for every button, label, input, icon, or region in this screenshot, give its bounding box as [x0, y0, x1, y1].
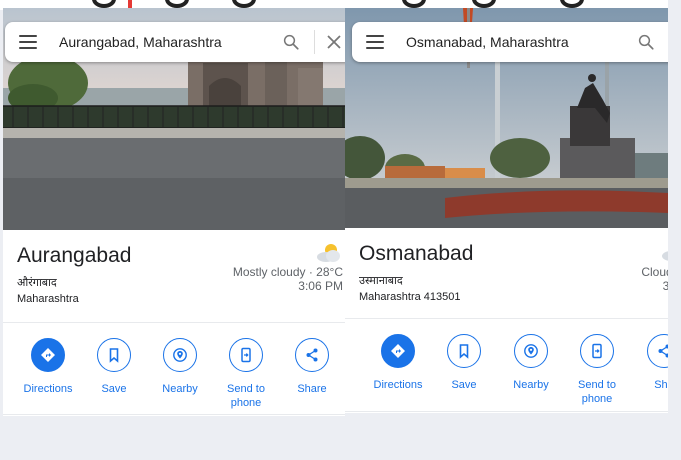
action-label: Directions — [373, 379, 423, 391]
nearby-icon — [524, 344, 538, 358]
directions-icon — [41, 348, 55, 362]
directions-button[interactable]: Directions — [13, 338, 83, 396]
bookmark-icon — [109, 348, 119, 363]
share-button[interactable]: Sha — [629, 334, 668, 392]
nearby-button[interactable]: Nearby — [145, 338, 215, 396]
action-label: Send to phone — [227, 383, 265, 409]
place-region: Maharashtra 413501 — [359, 291, 461, 303]
directions-icon — [391, 344, 405, 358]
search-input[interactable]: Osmanabad, Maharashtra — [406, 34, 637, 50]
place-panel-aurangabad: Aurangabad, Maharashtra Aurangabad औरंगा… — [3, 8, 345, 416]
share-icon — [658, 344, 668, 358]
action-label: Directions — [23, 383, 73, 395]
search-icon[interactable] — [637, 33, 655, 51]
action-label: Nearby — [162, 383, 198, 395]
banner-glyph — [472, 0, 496, 8]
divider — [3, 322, 345, 323]
partly-cloudy-icon — [317, 244, 340, 262]
search-input[interactable]: Aurangabad, Maharashtra — [59, 34, 282, 50]
send-to-phone-icon — [592, 343, 602, 359]
divider — [3, 414, 345, 415]
banner-glyph — [92, 0, 116, 8]
banner-glyph — [402, 0, 426, 8]
share-icon — [306, 348, 318, 362]
close-icon[interactable] — [327, 35, 341, 49]
save-button[interactable]: Save — [429, 334, 499, 392]
place-local-name: उस्मानाबाद — [359, 275, 403, 287]
action-label: Save — [451, 379, 477, 391]
action-label: Save — [101, 383, 127, 395]
search-icon[interactable] — [282, 33, 300, 51]
weather-text: Cloudy · — [641, 265, 668, 279]
place-title: Aurangabad — [17, 244, 132, 267]
menu-icon[interactable] — [19, 35, 37, 49]
place-region: Maharashtra — [17, 293, 79, 305]
send-to-phone-icon — [241, 347, 251, 363]
menu-icon[interactable] — [366, 35, 384, 49]
local-time: 3:06 PM — [298, 279, 343, 293]
cloudy-icon — [662, 251, 668, 261]
weather-text: Mostly cloudy · 28°C — [232, 265, 343, 279]
search-bar[interactable]: Aurangabad, Maharashtra — [5, 22, 345, 62]
search-bar[interactable]: Osmanabad, Maharashtra — [352, 22, 668, 62]
banner-glyph — [560, 0, 584, 8]
save-button[interactable]: Save — [79, 338, 149, 396]
bookmark-icon — [459, 344, 469, 359]
share-button[interactable]: Share — [277, 338, 345, 396]
weather-info: Cloudy · 3:12 — [641, 265, 668, 293]
divider — [345, 318, 668, 319]
send-to-phone-button[interactable]: Send to phone — [562, 334, 632, 406]
action-label: Share — [297, 383, 327, 395]
action-label: Nearby — [513, 379, 549, 391]
banner-glyph — [165, 0, 189, 8]
background-edge — [668, 0, 681, 460]
directions-button[interactable]: Directions — [363, 334, 433, 392]
action-label: Send to phone — [578, 379, 616, 405]
place-panel-osmanabad: Osmanabad, Maharashtra Osmanabad उस्माना… — [345, 8, 668, 413]
divider — [345, 411, 668, 412]
banner-glyph — [232, 0, 256, 8]
nearby-button[interactable]: Nearby — [496, 334, 566, 392]
nearby-icon — [173, 348, 187, 362]
search-divider — [314, 30, 315, 54]
local-time: 3:12 — [662, 279, 668, 293]
place-local-name: औरंगाबाद — [17, 277, 57, 289]
weather-info: Mostly cloudy · 28°C 3:06 PM — [233, 265, 343, 293]
send-to-phone-button[interactable]: Send to phone — [211, 338, 281, 410]
action-label: Sha — [654, 379, 668, 391]
place-title: Osmanabad — [359, 242, 474, 265]
